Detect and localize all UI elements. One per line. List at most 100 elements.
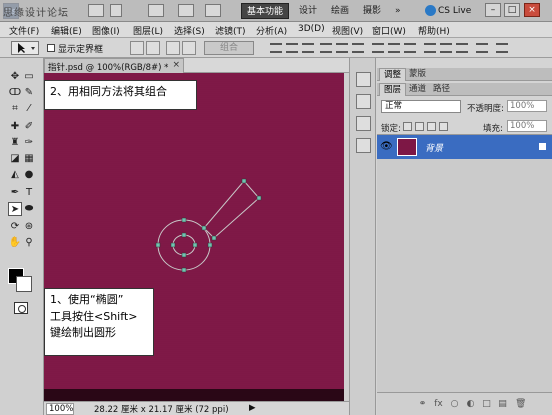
tab-masks[interactable]: 蒙版 — [405, 68, 430, 81]
distribute-horizontal-icon[interactable] — [476, 43, 488, 53]
dodge-tool-icon[interactable]: ● — [22, 168, 36, 182]
path-selection-tool-icon[interactable]: ➤ — [8, 202, 22, 216]
workspace-painting[interactable]: 绘画 — [326, 3, 354, 19]
lock-image-icon[interactable] — [415, 122, 424, 131]
quick-mask-icon[interactable] — [14, 302, 28, 314]
dock-brush-icon[interactable] — [356, 116, 371, 131]
menu-select[interactable]: 选择(S) — [174, 24, 205, 37]
eyedropper-tool-icon[interactable]: ⁄ — [22, 102, 36, 116]
anchor-point[interactable] — [207, 242, 213, 248]
tool-preset-picker[interactable] — [11, 41, 39, 55]
restore-button[interactable]: □ — [504, 3, 520, 17]
anchor-point[interactable] — [201, 225, 207, 231]
lock-position-icon[interactable] — [427, 122, 436, 131]
mini-bridge-icon[interactable] — [110, 4, 122, 17]
combine-shape-intersect-icon[interactable] — [166, 41, 180, 55]
anchor-point[interactable] — [155, 242, 161, 248]
marquee-tool-icon[interactable]: ▭ — [22, 70, 36, 84]
distribute-right-icon[interactable] — [456, 43, 468, 53]
workspace-design[interactable]: 设计 — [294, 3, 322, 19]
gradient-tool-icon[interactable]: ▦ — [22, 152, 36, 166]
distribute-left-icon[interactable] — [424, 43, 436, 53]
menu-edit[interactable]: 编辑(E) — [51, 24, 82, 37]
layer-visibility-eye-icon[interactable]: 👁 — [380, 141, 393, 152]
arrange-documents-icon[interactable] — [205, 4, 221, 17]
document-tab[interactable]: 指针.psd @ 100%(RGB/8#) * × — [44, 58, 184, 73]
close-window-button[interactable]: × — [524, 3, 540, 17]
tab-paths[interactable]: 路径 — [429, 83, 454, 96]
lasso-tool-icon[interactable]: ↀ — [8, 86, 22, 100]
healing-brush-tool-icon[interactable]: ✚ — [8, 120, 22, 134]
menu-layer[interactable]: 图层(L) — [133, 24, 163, 37]
move-tool-icon[interactable]: ✥ — [8, 70, 22, 84]
quick-selection-tool-icon[interactable]: ✎ — [22, 86, 36, 100]
distribute-vertical-icon[interactable] — [496, 43, 508, 53]
3d-rotate-tool-icon[interactable]: ⟳ — [8, 220, 22, 234]
hand-tool-icon[interactable]: ✋ — [8, 236, 22, 250]
menu-image[interactable]: 图像(I) — [92, 24, 120, 37]
show-bounding-box-checkbox[interactable] — [47, 44, 55, 52]
tab-channels[interactable]: 通道 — [405, 83, 430, 96]
brush-tool-icon[interactable]: ✐ — [22, 120, 36, 134]
zoom-tool-icon[interactable]: ⚲ — [22, 236, 36, 250]
workspace-essentials[interactable]: 基本功能 — [241, 3, 290, 19]
history-brush-tool-icon[interactable]: ✑ — [22, 136, 36, 150]
anchor-point[interactable] — [181, 252, 187, 258]
eraser-tool-icon[interactable]: ◪ — [8, 152, 22, 166]
opacity-field[interactable]: 100% — [507, 100, 547, 112]
new-group-icon[interactable]: □ — [481, 399, 492, 410]
workspace-more-button[interactable]: » — [390, 3, 406, 19]
distribute-bottom-icon[interactable] — [404, 43, 416, 53]
distribute-top-icon[interactable] — [372, 43, 384, 53]
ellipse-tool-icon[interactable]: ⬬ — [22, 202, 36, 216]
anchor-point[interactable] — [181, 232, 187, 238]
menu-3d[interactable]: 3D(D) — [298, 24, 325, 34]
layer-style-icon[interactable]: fx — [433, 399, 444, 410]
adjustment-layer-icon[interactable]: ◐ — [465, 399, 476, 410]
tab-layers[interactable]: 图层 — [379, 83, 407, 96]
delete-layer-icon[interactable]: 🗑 — [515, 399, 526, 410]
combine-button[interactable]: 组合 — [204, 41, 254, 55]
workspace-photography[interactable]: 摄影 — [358, 3, 386, 19]
tab-adjustments[interactable]: 调整 — [379, 68, 407, 81]
align-bottom-icon[interactable] — [302, 43, 314, 53]
background-color-swatch[interactable] — [16, 276, 32, 292]
combine-shape-exclude-icon[interactable] — [182, 41, 196, 55]
new-layer-icon[interactable]: ▤ — [497, 399, 508, 410]
cs-live-button[interactable]: CS Live — [425, 3, 471, 19]
anchor-point[interactable] — [181, 217, 187, 223]
menu-analysis[interactable]: 分析(A) — [256, 24, 287, 37]
align-left-icon[interactable] — [320, 43, 332, 53]
zoom-field[interactable]: 100% — [46, 403, 74, 415]
dock-character-icon[interactable] — [356, 138, 371, 153]
combine-shape-subtract-icon[interactable] — [146, 41, 160, 55]
anchor-point[interactable] — [181, 267, 187, 273]
lock-transparent-icon[interactable] — [403, 122, 412, 131]
type-tool-icon[interactable]: T — [22, 186, 36, 200]
align-middle-icon[interactable] — [286, 43, 298, 53]
anchor-point[interactable] — [170, 242, 176, 248]
close-document-icon[interactable]: × — [172, 60, 180, 70]
layer-row-background[interactable]: 👁 背景 — [377, 135, 552, 159]
anchor-point[interactable] — [211, 235, 217, 241]
extras-icon[interactable] — [148, 4, 164, 17]
minimize-button[interactable]: – — [485, 3, 501, 17]
blend-mode-select[interactable]: 正常 — [381, 100, 461, 113]
menu-view[interactable]: 视图(V) — [332, 24, 363, 37]
add-mask-icon[interactable]: ○ — [449, 399, 460, 410]
bridge-icon[interactable] — [88, 4, 104, 17]
clone-stamp-tool-icon[interactable]: ♜ — [8, 136, 22, 150]
menu-window[interactable]: 窗口(W) — [372, 24, 406, 37]
status-menu-arrow-icon[interactable]: ▶ — [249, 403, 256, 413]
zoom-level-icon[interactable] — [178, 4, 194, 17]
crop-tool-icon[interactable]: ⌗ — [8, 102, 22, 116]
dock-history-icon[interactable] — [356, 72, 371, 87]
3d-orbit-tool-icon[interactable]: ⊛ — [22, 220, 36, 234]
blur-tool-icon[interactable]: ◭ — [8, 168, 22, 182]
lock-all-icon[interactable] — [439, 122, 448, 131]
anchor-point[interactable] — [256, 195, 262, 201]
fill-field[interactable]: 100% — [507, 120, 547, 132]
menu-file[interactable]: 文件(F) — [9, 24, 39, 37]
dock-actions-icon[interactable] — [356, 94, 371, 109]
menu-help[interactable]: 帮助(H) — [418, 24, 450, 37]
